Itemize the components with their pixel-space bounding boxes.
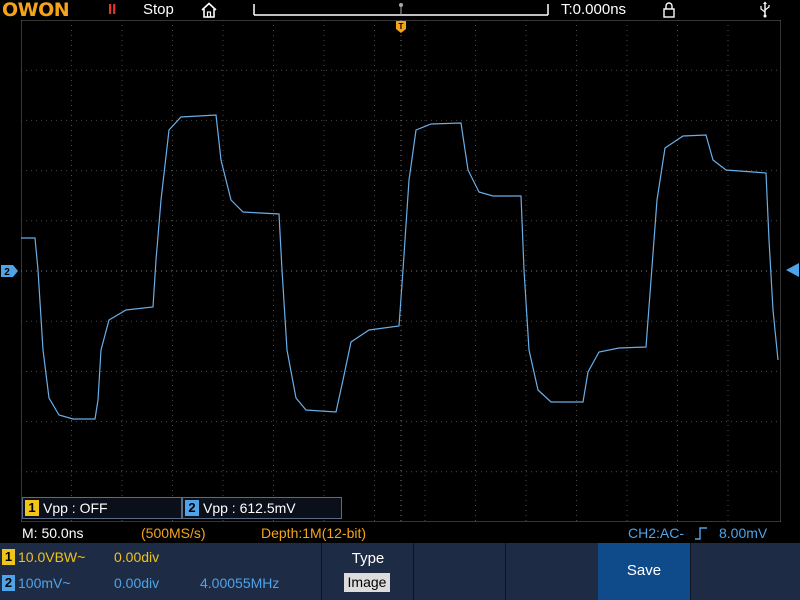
svg-text:T: T (399, 22, 404, 31)
trigger-level-marker[interactable] (784, 262, 800, 278)
rising-edge-icon (695, 527, 707, 540)
menu-slot-3[interactable] (505, 543, 598, 600)
ch1-scale: 10.0V (18, 549, 55, 565)
brand-logo: OWON (2, 0, 70, 21)
ch1-bandwidth: BW~ (54, 549, 86, 565)
ch2-badge: 2 (185, 500, 199, 516)
ch2-settings-row[interactable]: 2 100mV~ 0.00div 4.00055MHz (0, 572, 320, 594)
measurement-ch2[interactable]: 2 Vpp : 612.5mV (182, 497, 342, 519)
menu-type-value[interactable]: Image (344, 573, 390, 592)
ch2-offset: 0.00div (114, 575, 160, 591)
ch1-offset: 0.00div (114, 549, 160, 565)
usb-icon (760, 1, 770, 18)
acquisition-info-bar: M: 50.0ns (500MS/s) Depth:1M(12-bit) CH2… (0, 523, 800, 543)
ch1-badge-bottom: 1 (2, 549, 15, 565)
run-state-label: Stop (143, 1, 174, 18)
trigger-position-marker[interactable]: T (395, 20, 407, 34)
menu-type-label: Type (351, 550, 385, 567)
ch1-badge: 1 (25, 500, 39, 516)
measurement-ch1[interactable]: 1 Vpp : OFF (22, 497, 182, 519)
menu-slot-5[interactable] (690, 543, 800, 600)
home-icon[interactable] (200, 2, 218, 18)
ch2-ground-marker[interactable]: 2 (0, 264, 19, 278)
ch2-badge-bottom: 2 (2, 575, 15, 591)
menu-slot-2[interactable] (413, 543, 506, 600)
ch2-scale: 100mV~ (18, 575, 71, 591)
waveform-display[interactable] (21, 20, 781, 522)
sample-rate-readout: (500MS/s) (141, 525, 206, 541)
save-button[interactable]: Save (598, 543, 690, 600)
measurement-ch1-value: Vpp : OFF (43, 500, 108, 516)
timebase-readout[interactable]: M: 50.0ns (22, 523, 83, 543)
trigger-source-readout[interactable]: CH2:AC- (628, 523, 684, 543)
top-status-bar: OWON II Stop T:0.000ns (0, 0, 800, 21)
lock-icon (663, 2, 675, 18)
measurement-ch2-value: Vpp : 612.5mV (203, 500, 296, 516)
menu-type[interactable]: Type Image (321, 543, 414, 600)
run-stop-icon[interactable]: II (108, 1, 116, 18)
trigger-level-readout: 8.00mV (719, 525, 768, 541)
save-button-label: Save (626, 562, 662, 579)
memory-position-bar[interactable] (252, 2, 550, 17)
ch2-frequency: 4.00055MHz (200, 575, 280, 591)
ch1-settings-row[interactable]: 1 10.0VBW~ 0.00div (0, 546, 320, 568)
memory-depth-readout[interactable]: Depth:1M(12-bit) (261, 523, 366, 543)
trigger-delay-readout: T:0.000ns (561, 1, 627, 18)
svg-text:2: 2 (4, 267, 10, 278)
